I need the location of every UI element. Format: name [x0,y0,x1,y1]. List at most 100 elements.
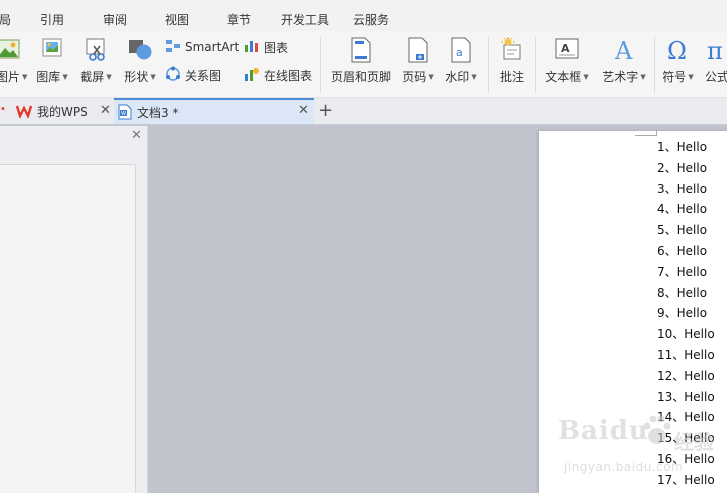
chevron-down-icon: ▼ [150,73,156,81]
close-icon[interactable]: ✕ [298,103,309,118]
list-item[interactable]: 10、Hello [657,324,715,344]
close-icon[interactable]: ✕ [100,103,111,118]
svg-text:A: A [614,37,633,63]
chevron-down-icon: ▼ [62,73,68,81]
chevron-down-icon: ▼ [106,73,112,81]
header-footer-label: 页眉和页脚 [330,70,391,84]
relation-chart-button[interactable]: 关系图 [165,65,221,85]
shapes-label: 形状 [124,70,149,84]
picture-icon [0,37,20,64]
picture-button[interactable]: 图片 ▼ [0,31,28,98]
menu-item-view[interactable]: 视图 [165,11,189,28]
header-footer-button[interactable]: 页眉和页脚 [328,31,394,98]
margin-corner-mark [656,131,657,136]
menu-item-layout[interactable]: 局 [0,11,11,28]
list-item[interactable]: 12、Hello [657,366,715,386]
chevron-down-icon: ▼ [428,73,434,81]
picture-label: 图片 [0,70,21,84]
page-number-label: 页码 [402,70,427,84]
screenshot-button[interactable]: 截屏 ▼ [76,31,116,98]
tab-document-label: 文档3 * [137,105,179,120]
screenshot-label: 截屏 [80,70,105,84]
document-page[interactable]: 1、Hello 2、Hello 3、Hello 4、Hello 5、Hello 6、Hel… [539,131,727,493]
textbox-label: 文本框 [545,70,582,84]
formula-label: 公式 [705,70,727,84]
symbol-label: 符号 [662,70,687,84]
wordart-label: 艺术字 [602,70,639,84]
formula-button[interactable]: π 公式 [702,31,727,98]
menu-item-cloud[interactable]: 云服务 [353,11,389,28]
svg-text:A: A [561,42,570,55]
list-item[interactable]: 5、Hello [657,220,707,240]
watermark-label: 水印 [445,70,470,84]
svg-text:Ω: Ω [667,37,687,63]
dot-icon: • [0,104,6,115]
menu-item-developer[interactable]: 开发工具 [281,11,329,28]
chevron-down-icon: ▼ [471,73,477,81]
shapes-icon [127,37,153,64]
chart-label: 图表 [264,40,289,55]
gallery-label: 图库 [36,70,61,84]
document-tab-bar: • 我的WPS ✕ W 文档3 * ✕ [0,98,727,125]
close-icon[interactable]: ✕ [131,128,142,143]
list-item[interactable]: 9、Hello [657,303,707,323]
menu-item-review[interactable]: 审阅 [103,11,127,28]
header-footer-icon [350,37,372,66]
insert-ribbon: 图片 ▼ 图库 ▼ 截屏 ▼ 形状 ▼ SmartArt 图表 关系图 在线图表… [0,31,727,98]
list-item[interactable]: 3、Hello [657,179,707,199]
menu-item-section[interactable]: 章节 [227,11,251,28]
list-item[interactable]: 7、Hello [657,262,707,282]
textbox-icon: A [555,37,579,64]
page-number-button[interactable]: 页码 ▼ [398,31,438,98]
list-item[interactable]: 6、Hello [657,241,707,261]
online-chart-label: 在线图表 [264,68,313,83]
chevron-down-icon: ▼ [583,73,589,81]
list-item[interactable]: 11、Hello [657,345,715,365]
shapes-button[interactable]: 形状 ▼ [120,31,160,98]
comment-label: 批注 [499,70,524,84]
list-item[interactable]: 8、Hello [657,283,707,303]
wordart-button[interactable]: A 艺术字 ▼ [598,31,650,98]
tab-document-3[interactable]: W 文档3 * ✕ [114,98,314,124]
navigation-panel: ✕ [0,126,148,493]
online-chart-button[interactable]: 在线图表 [244,65,312,85]
list-item[interactable]: 14、Hello [657,407,715,427]
gallery-button[interactable]: 图库 ▼ [32,31,72,98]
list-item[interactable]: 2、Hello [657,158,707,178]
ribbon-separator [535,37,536,93]
page-number-icon [407,37,429,66]
symbol-button[interactable]: Ω 符号 ▼ [658,31,698,98]
list-item[interactable]: 15、Hello [657,428,715,448]
ribbon-separator [320,37,321,93]
pi-icon: π [706,37,727,66]
chevron-down-icon: ▼ [688,73,694,81]
chevron-down-icon: ▼ [640,73,646,81]
svg-text:a: a [456,46,463,59]
add-tab-icon[interactable]: + [318,100,333,121]
relation-chart-label: 关系图 [185,68,222,83]
watermark-button[interactable]: a 水印 ▼ [441,31,481,98]
menu-item-references[interactable]: 引用 [40,11,64,28]
textbox-button[interactable]: A 文本框 ▼ [541,31,593,98]
list-item[interactable]: 4、Hello [657,199,707,219]
chevron-down-icon: ▼ [22,73,28,81]
ribbon-separator [654,37,655,93]
word-document-icon: W [118,104,132,120]
menu-bar: 局 引用 审阅 视图 章节 开发工具 云服务 [0,0,727,31]
chart-button[interactable]: 图表 [244,37,288,57]
tab-my-wps[interactable]: 我的WPS ✕ [14,98,114,124]
margin-corner-mark [635,135,657,136]
list-item[interactable]: 13、Hello [657,387,715,407]
navigation-pane-content[interactable] [0,164,136,493]
watermark-icon: a [450,37,472,66]
list-item[interactable]: 1、Hello [657,137,707,157]
bar-chart-icon [244,39,260,56]
comment-button[interactable]: 批注 [494,31,530,98]
online-chart-icon [244,66,260,85]
scissors-icon [84,37,108,64]
list-item[interactable]: 16、Hello [657,449,715,469]
wps-logo-icon [16,104,32,118]
list-item[interactable]: 17、Hello [657,470,715,490]
smartart-label: SmartArt [185,40,240,54]
smartart-button[interactable]: SmartArt [165,37,239,57]
